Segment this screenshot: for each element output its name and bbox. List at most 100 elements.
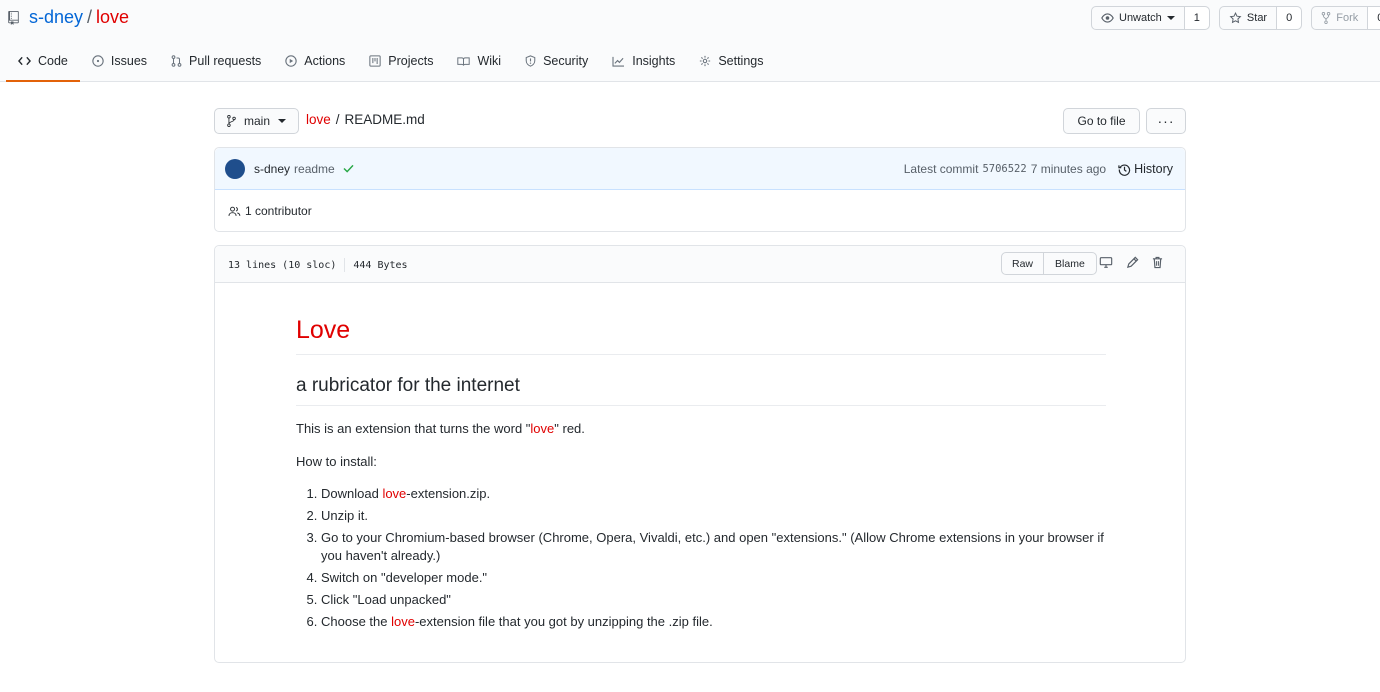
tab-security-label: Security xyxy=(543,54,589,68)
tab-insights[interactable]: Insights xyxy=(600,42,687,82)
star-group: Star 0 xyxy=(1218,6,1303,30)
tab-settings-label: Settings xyxy=(718,54,764,68)
watch-group: Unwatch 1 xyxy=(1091,6,1210,30)
check-icon[interactable] xyxy=(343,162,354,176)
trash-icon[interactable] xyxy=(1152,256,1163,272)
tab-projects[interactable]: Projects xyxy=(357,42,445,82)
star-button[interactable]: Star xyxy=(1220,7,1276,29)
repo-tabs: Code Issues Pull requests Actions Projec… xyxy=(6,42,775,82)
list-item: Click "Load unpacked" xyxy=(321,591,1106,609)
file-header: 13 lines (10 sloc) 444 Bytes Raw Blame xyxy=(215,246,1185,283)
blame-button[interactable]: Blame xyxy=(1043,253,1096,274)
commit-sha-link[interactable]: 5706522 xyxy=(982,163,1026,175)
branch-icon xyxy=(227,115,236,127)
fork-group: Fork 0 xyxy=(1311,6,1380,30)
star-label: Star xyxy=(1246,12,1268,24)
graph-icon xyxy=(612,56,625,67)
star-icon xyxy=(1229,12,1242,24)
pull-request-icon xyxy=(171,55,182,67)
commit-time: 7 minutes ago xyxy=(1030,162,1107,176)
kebab-horizontal-icon: ··· xyxy=(1157,113,1175,129)
commit-author-link[interactable]: s-dney xyxy=(254,162,290,176)
branch-select-button[interactable]: main xyxy=(214,108,300,134)
tab-actions[interactable]: Actions xyxy=(273,42,357,82)
readme-intro: This is an extension that turns the word… xyxy=(296,420,1106,438)
star-count[interactable]: 0 xyxy=(1276,7,1302,29)
eye-icon xyxy=(1101,13,1114,23)
commit-box: s-dney readme Latest commit 5706522 7 mi… xyxy=(214,147,1186,232)
shield-icon xyxy=(525,55,536,67)
watch-count[interactable]: 1 xyxy=(1183,7,1209,29)
desktop-icon[interactable] xyxy=(1099,256,1113,272)
history-link[interactable]: History xyxy=(1118,162,1173,176)
play-icon xyxy=(285,55,297,67)
go-to-file-button[interactable]: Go to file xyxy=(1063,108,1140,134)
readme-subtitle: a rubricator for the internet xyxy=(296,375,1106,406)
issue-icon xyxy=(92,55,104,67)
tab-code-label: Code xyxy=(38,54,68,68)
readme-how-to: How to install: xyxy=(296,454,377,469)
file-action-icons xyxy=(1099,256,1163,272)
raw-blame-group: Raw Blame xyxy=(1001,252,1097,275)
step6-highlight-word: love xyxy=(391,614,415,629)
raw-button[interactable]: Raw xyxy=(1002,253,1043,274)
contributors-row[interactable]: 1 contributor xyxy=(215,190,1185,232)
file-info-divider xyxy=(344,258,346,272)
fork-count[interactable]: 0 xyxy=(1367,7,1380,29)
fork-button[interactable]: Fork xyxy=(1312,7,1367,29)
history-icon xyxy=(1118,163,1131,176)
step6-before: Choose the xyxy=(321,614,392,629)
tab-pull-requests[interactable]: Pull requests xyxy=(159,42,273,82)
people-icon xyxy=(228,206,241,217)
unwatch-button[interactable]: Unwatch xyxy=(1092,7,1184,29)
file-navigation: main love / README.md Go to file ··· xyxy=(214,108,1186,134)
gear-icon xyxy=(699,55,711,67)
tab-wiki[interactable]: Wiki xyxy=(445,42,513,82)
step1-highlight-word: love xyxy=(382,486,407,501)
chevron-down-icon xyxy=(1166,16,1175,20)
repo-owner-link[interactable]: s-dney xyxy=(29,7,83,28)
contributors-label: 1 contributor xyxy=(245,204,312,218)
chevron-down-icon xyxy=(278,119,287,123)
repo-slash: / xyxy=(87,7,93,27)
book-icon xyxy=(457,56,471,67)
repo-name-link[interactable]: love xyxy=(96,7,129,28)
project-icon xyxy=(369,55,381,67)
avatar[interactable] xyxy=(225,158,245,179)
breadcrumb-separator: / xyxy=(335,112,340,127)
readme-content: Love a rubricator for the internet This … xyxy=(296,316,1106,635)
install-steps-list: Download love-extension.zip. Unzip it. G… xyxy=(296,485,1106,631)
repo-icon xyxy=(8,10,19,25)
pencil-icon[interactable] xyxy=(1126,256,1139,272)
history-label: History xyxy=(1134,162,1173,176)
step6-after: -extension file that you got by unzippin… xyxy=(414,614,713,629)
intro-text-after: " red. xyxy=(554,421,585,436)
breadcrumb-repo-link[interactable]: love xyxy=(306,112,331,127)
code-icon xyxy=(18,56,31,66)
intro-highlight-word: love xyxy=(530,421,555,436)
tab-settings[interactable]: Settings xyxy=(687,42,775,82)
tab-issues-label: Issues xyxy=(110,54,148,68)
list-item: Switch on "developer mode." xyxy=(321,569,1106,587)
more-options-button[interactable]: ··· xyxy=(1146,108,1186,134)
commit-meta: Latest commit 5706522 7 minutes ago Hist… xyxy=(904,148,1173,190)
step1-before: Download xyxy=(321,486,383,501)
unwatch-label: Unwatch xyxy=(1119,12,1162,24)
tab-insights-label: Insights xyxy=(632,54,676,68)
latest-commit-label: Latest commit xyxy=(903,162,979,176)
step1-after: -extension.zip. xyxy=(406,486,491,501)
branch-name: main xyxy=(244,114,271,128)
tab-security[interactable]: Security xyxy=(513,42,600,82)
latest-commit-bar: s-dney readme Latest commit 5706522 7 mi… xyxy=(215,148,1185,190)
fork-label: Fork xyxy=(1336,12,1359,24)
file-lines: 13 lines (10 sloc) xyxy=(228,259,337,271)
list-item: Choose the love-extension file that you … xyxy=(321,613,1106,631)
tab-code[interactable]: Code xyxy=(6,42,80,82)
file-info: 13 lines (10 sloc) 444 Bytes xyxy=(228,258,408,272)
readme-title: Love xyxy=(296,316,1106,355)
repo-title: s-dney / love xyxy=(8,7,129,28)
list-item: Download love-extension.zip. xyxy=(321,485,1106,503)
commit-message-link[interactable]: readme xyxy=(294,162,335,176)
list-item: Unzip it. xyxy=(321,507,1106,525)
tab-issues[interactable]: Issues xyxy=(80,42,159,82)
